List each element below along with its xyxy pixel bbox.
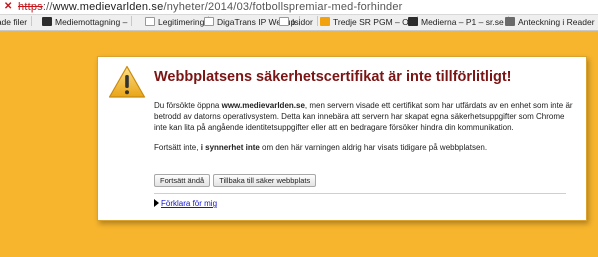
bookmark-isidor[interactable]: Isidor — [279, 15, 318, 30]
bookmark-icon — [408, 17, 418, 26]
action-buttons: Fortsätt ändå Tillbaka till säker webbpla… — [154, 174, 319, 192]
advice-text-end: om den här varningen aldrig har visats t… — [259, 143, 488, 152]
bookmark-divider — [31, 16, 33, 26]
bookmark-mediemottagning[interactable]: Mediemottagning – — [42, 15, 133, 30]
divider — [154, 193, 566, 194]
address-bar[interactable]: ✕ https://www.medievarlden.se/nyheter/20… — [0, 0, 598, 15]
sr-icon — [320, 17, 330, 26]
security-warning-icon[interactable]: ✕ — [4, 1, 14, 13]
expand-triangle-icon[interactable] — [154, 199, 159, 207]
url-text[interactable]: https://www.medievarlden.se/nyheter/2014… — [18, 0, 403, 14]
explanation-text-start: Du försökte öppna — [154, 101, 222, 110]
bookmark-anteckning[interactable]: Anteckning i Reader — [505, 15, 595, 30]
bookmark-divider — [131, 16, 133, 26]
bookmarks-bar: rade filer Mediemottagning – Legitimerin… — [0, 15, 598, 31]
help-section: Förklara för mig — [154, 199, 217, 208]
url-host: www.medievarlden.se — [52, 1, 164, 13]
warning-triangle-icon — [108, 65, 146, 98]
warning-advice: Fortsätt inte, i synnerhet inte om den h… — [154, 142, 574, 153]
back-to-safety-button[interactable]: Tillbaka till säker webbplats — [213, 174, 317, 187]
proceed-anyway-button[interactable]: Fortsätt ändå — [154, 174, 211, 187]
bookmark-medierna-p1[interactable]: Medierna – P1 – sr.se — [408, 15, 509, 30]
bookmark-label: Tredje SR PGM – Ou — [333, 17, 414, 27]
page-icon — [145, 17, 155, 26]
bookmark-label: Mediemottagning – — [55, 17, 128, 27]
ssl-warning-panel: Webbplatsens säkerhetscertifikat är inte… — [97, 56, 587, 221]
bookmark-label: Anteckning i Reader — [518, 17, 595, 27]
bookmark-legitimering[interactable]: Legitimering — [145, 15, 210, 30]
bookmark-label: Legitimering — [158, 17, 205, 27]
advice-text-start: Fortsätt inte, — [154, 143, 201, 152]
warning-body: Du försökte öppna www.medievarlden.se, m… — [154, 100, 574, 162]
bookmark-label: rade filer — [0, 17, 28, 27]
page-icon — [204, 17, 214, 26]
bookmark-icon — [42, 17, 52, 26]
warning-explanation: Du försökte öppna www.medievarlden.se, m… — [154, 100, 574, 133]
explanation-host: www.medievarlden.se — [221, 101, 305, 110]
url-path: /nyheter/2014/03/fotbollspremiar-med-for… — [163, 1, 403, 13]
page-icon — [279, 17, 289, 26]
bookmark-label: Medierna – P1 – sr.se — [421, 17, 504, 27]
page-title: Webbplatsens säkerhetscertifikat är inte… — [154, 69, 512, 85]
bookmark-tredje-sr[interactable]: Tredje SR PGM – Ou — [320, 15, 419, 30]
bookmark-label: Isidor — [292, 17, 313, 27]
advice-emphasis: i synnerhet inte — [200, 143, 260, 152]
reader-icon — [505, 17, 515, 26]
bookmark-divider — [316, 16, 318, 26]
url-separator: :// — [42, 1, 53, 13]
url-scheme: https — [18, 1, 43, 13]
bookmark-rade-filer[interactable]: rade filer — [0, 15, 33, 30]
explain-link[interactable]: Förklara för mig — [161, 199, 217, 208]
